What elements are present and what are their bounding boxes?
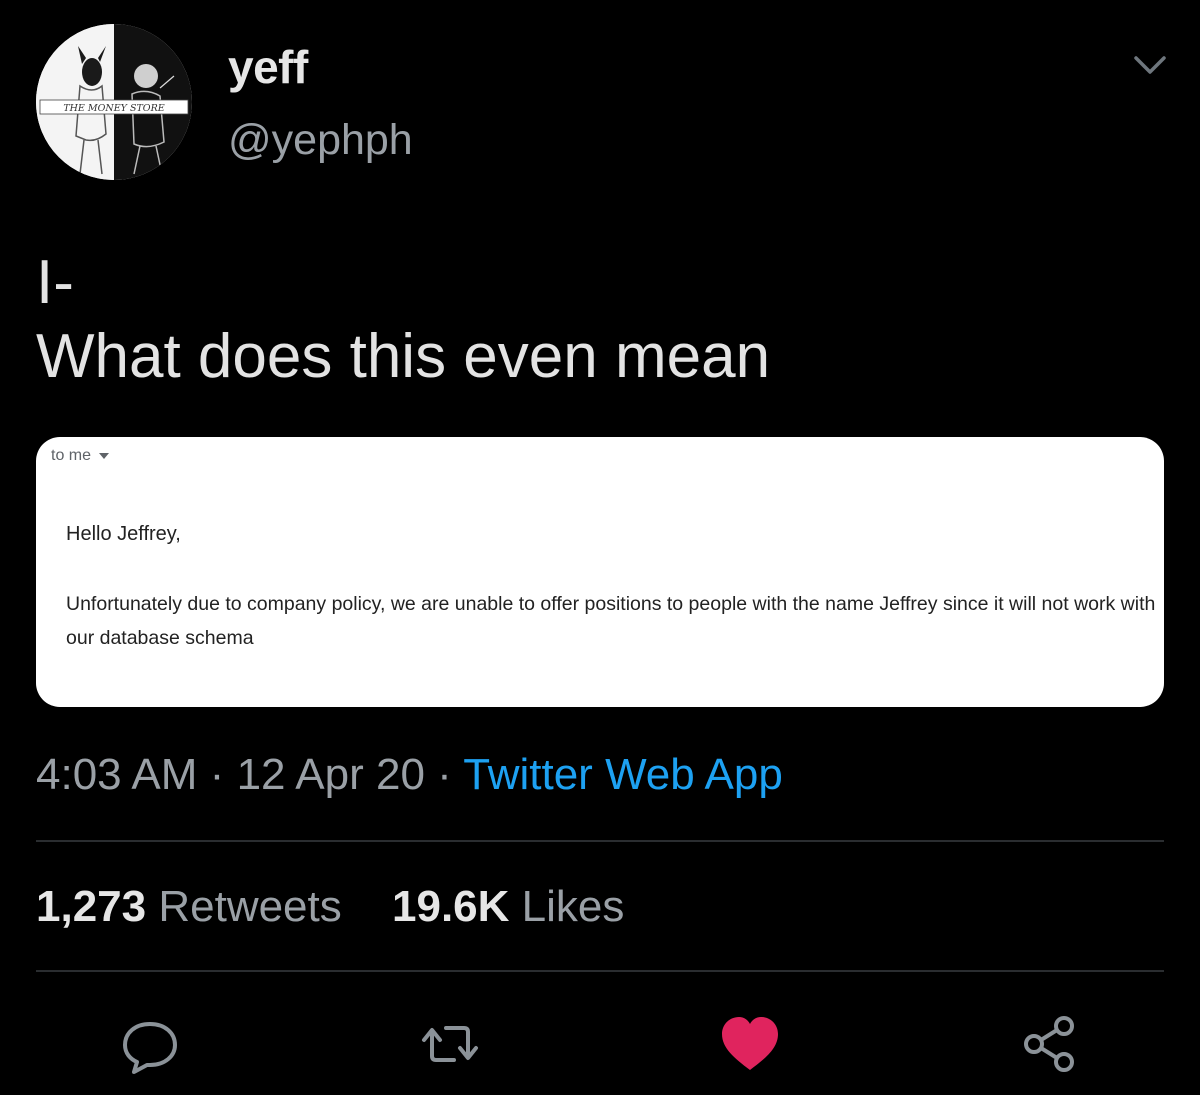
tweet-detail: THE MONEY STORE yeff @yephph I- What doe…: [0, 0, 1200, 1095]
tweet-date[interactable]: 12 Apr 20: [237, 750, 425, 799]
email-recipient: to me: [51, 447, 110, 465]
dropdown-arrow-icon: [99, 452, 110, 459]
tweet-text: I- What does this even mean: [36, 248, 771, 391]
user-handle[interactable]: @yephph: [228, 116, 413, 165]
display-name[interactable]: yeff: [228, 40, 308, 94]
like-label: Likes: [521, 882, 625, 931]
retweet-count: 1,273: [36, 882, 147, 931]
avatar[interactable]: THE MONEY STORE: [36, 24, 192, 180]
like-count-link[interactable]: 19.6K Likes: [392, 882, 624, 932]
email-recipient-label: to me: [51, 447, 92, 464]
tweet-source-link[interactable]: Twitter Web App: [463, 750, 783, 799]
tweet-metadata: 4:03 AM · 12 Apr 20 · Twitter Web App: [36, 750, 783, 800]
email-body: Unfortunately due to company policy, we …: [66, 593, 1156, 649]
like-icon[interactable]: [718, 1012, 782, 1076]
svg-text:THE MONEY STORE: THE MONEY STORE: [63, 103, 164, 114]
separator-dot: ·: [437, 750, 464, 799]
retweet-label: Retweets: [158, 882, 342, 931]
avatar-image: THE MONEY STORE: [36, 24, 192, 180]
divider: [36, 840, 1164, 842]
chevron-down-icon[interactable]: [1128, 50, 1172, 80]
divider: [36, 970, 1164, 972]
retweet-count-link[interactable]: 1,273 Retweets: [36, 882, 342, 932]
like-count: 19.6K: [392, 882, 510, 931]
retweet-icon[interactable]: [418, 1012, 482, 1076]
separator-dot: ·: [209, 750, 237, 799]
tweet-media-image[interactable]: to me Hello Jeffrey, Unfortunately due t…: [36, 437, 1164, 707]
tweet-time[interactable]: 4:03 AM: [36, 750, 197, 799]
engagement-stats: 1,273 Retweets 19.6K Likes: [36, 882, 624, 932]
share-icon[interactable]: [1018, 1012, 1082, 1076]
email-greeting: Hello Jeffrey,: [66, 523, 181, 545]
reply-icon[interactable]: [118, 1012, 182, 1076]
